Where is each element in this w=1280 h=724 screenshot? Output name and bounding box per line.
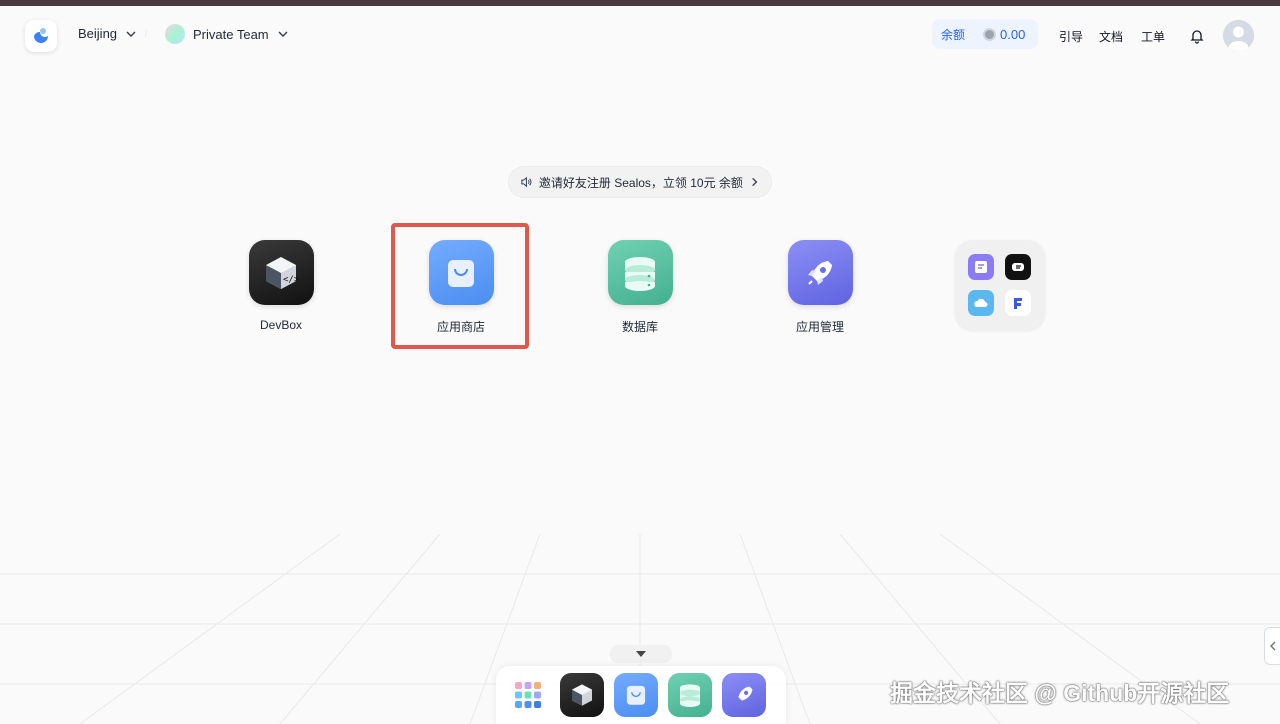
separator-slash (145, 30, 147, 38)
region-selector[interactable]: Beijing (78, 26, 137, 41)
team-selector[interactable]: Private Team (165, 24, 289, 44)
devbox-icon: </> (248, 240, 314, 305)
notice-text: 邀请好友注册 Sealos，立领 10元 余额 (538, 175, 743, 190)
dock-app-manager[interactable] (722, 673, 766, 717)
dock (496, 666, 786, 724)
balance-button[interactable]: 余额 0.00 (932, 19, 1038, 49)
dock-database[interactable] (668, 673, 712, 717)
chevron-down-icon (126, 30, 136, 37)
app-label: 数据库 (621, 320, 658, 334)
database-icon (607, 240, 673, 305)
cloud-app-icon (968, 290, 994, 316)
invite-notice-banner[interactable]: 邀请好友注册 Sealos，立领 10元 余额 (508, 166, 772, 198)
balance-amount: 0.00 (1000, 26, 1026, 42)
chevron-left-icon (1269, 641, 1275, 651)
nav-guide-link[interactable]: 引导 (1059, 28, 1083, 45)
dock-launcher[interactable] (506, 673, 550, 717)
terminal-app-icon (1005, 254, 1031, 280)
note-app-icon (968, 254, 994, 280)
app-label: 应用管理 (795, 320, 844, 334)
rocket-icon (738, 686, 753, 701)
sealos-logo-icon (34, 28, 48, 43)
dock-toggle[interactable] (610, 645, 672, 663)
dock-devbox[interactable] (560, 673, 604, 717)
app-grid-icon (515, 682, 541, 708)
rocket-icon (787, 240, 853, 305)
team-avatar (165, 24, 185, 44)
chevron-right-icon (752, 177, 758, 187)
top-bar: Beijing Private Team 余额 0.00 引导 文档 工单 (0, 6, 1280, 64)
highlight-box (391, 223, 529, 349)
chevron-down-icon (278, 31, 288, 38)
app-folder[interactable] (955, 240, 1045, 330)
nav-ticket-link[interactable]: 工单 (1141, 28, 1165, 45)
caret-down-icon (636, 651, 646, 657)
user-avatar[interactable] (1223, 20, 1254, 51)
coin-icon (983, 27, 997, 41)
dock-app-store[interactable] (614, 673, 658, 717)
region-label: Beijing (78, 26, 118, 41)
team-label: Private Team (193, 26, 269, 42)
devbox-icon (572, 684, 592, 706)
side-panel-toggle[interactable] (1264, 627, 1280, 665)
database-icon (680, 684, 700, 707)
sealos-logo[interactable] (25, 20, 57, 52)
nav-docs-link[interactable]: 文档 (1099, 28, 1123, 45)
app-label: DevBox (259, 318, 303, 332)
app-app-manager[interactable]: 应用管理 (775, 240, 865, 335)
app-devbox[interactable]: </> DevBox (236, 240, 326, 332)
svg-text:</>: </> (283, 275, 300, 285)
balance-label: 余额 (941, 27, 966, 42)
watermark-text: 掘金技术社区 @ Github开源社区 (890, 680, 1230, 706)
bell-icon[interactable] (1189, 28, 1205, 44)
form-app-icon (1005, 290, 1031, 316)
app-database[interactable]: 数据库 (595, 240, 685, 335)
user-avatar-icon (1223, 20, 1254, 51)
app-store-icon (626, 685, 646, 705)
speaker-icon (521, 176, 532, 188)
